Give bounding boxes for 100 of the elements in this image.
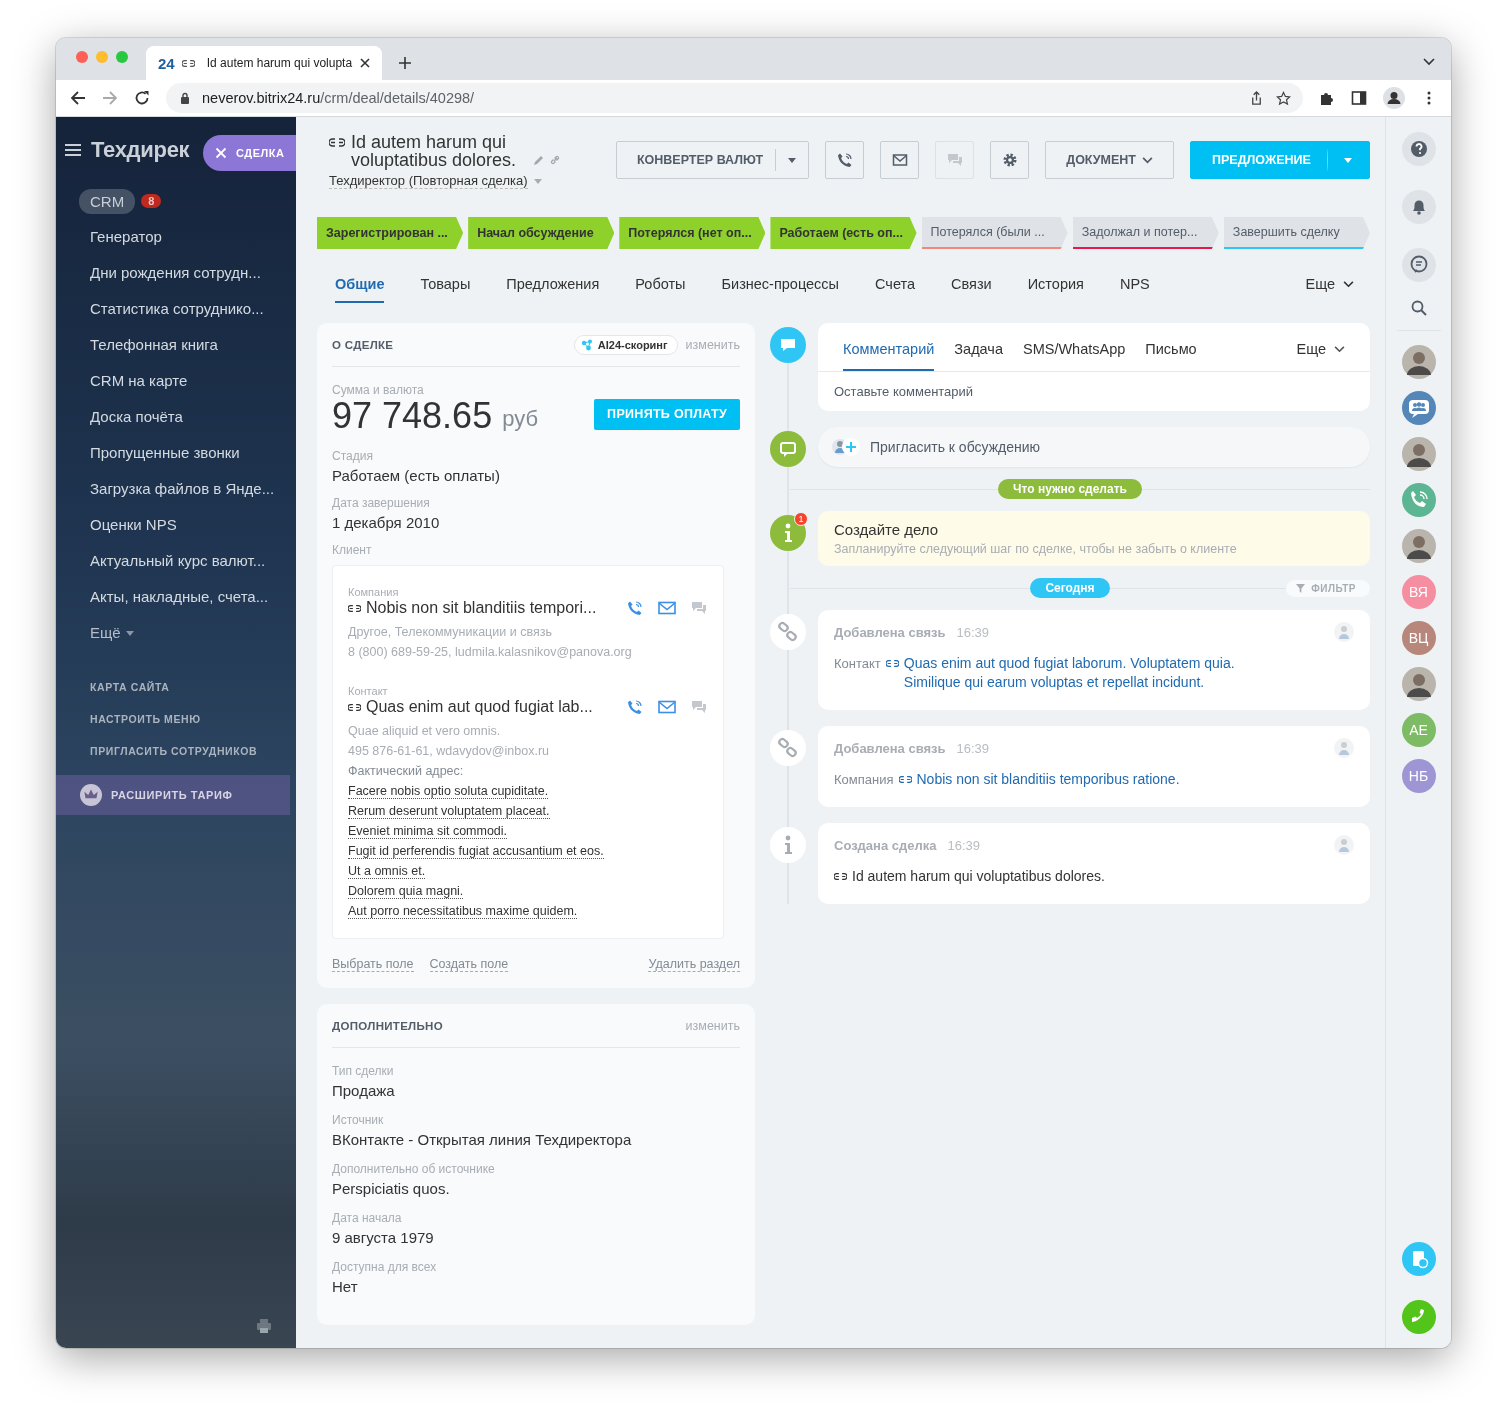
more-menu[interactable]: Еще — [1296, 341, 1345, 371]
counter-badge: 1 — [794, 512, 808, 526]
sidebar-item[interactable]: Пропущенные звонки — [56, 435, 296, 471]
email-icon[interactable] — [658, 699, 676, 715]
stage-step[interactable]: Завершить сделку — [1223, 217, 1370, 249]
sidebar-item[interactable]: Телефонная книга — [56, 327, 296, 363]
user-avatar[interactable] — [1401, 437, 1436, 471]
stage-step[interactable]: Зарегистрирован ... — [317, 217, 464, 249]
group-chat-avatar[interactable] — [1401, 391, 1436, 425]
close-slider-button[interactable]: СДЕЛКА — [203, 135, 296, 171]
counter-badge: 8 — [141, 194, 162, 208]
section-tab[interactable]: Счета — [875, 276, 916, 303]
email-button[interactable] — [880, 141, 920, 179]
sidebar-item[interactable]: Статистика сотруднико... — [56, 291, 296, 327]
address-field[interactable]: neverov.bitrix24.ru/crm/deal/details/40298/ — [166, 83, 1303, 113]
chat-search-icon[interactable] — [1401, 248, 1436, 282]
sidebar-item[interactable]: Акты, накладные, счета... — [56, 579, 296, 615]
puzzle-icon[interactable] — [1319, 90, 1335, 106]
task-prompt-card[interactable]: Создайте дело Запланируйте следующий шаг по сделке, чтобы не забыть о клиенте — [818, 511, 1370, 566]
section-tab[interactable]: Общие — [335, 276, 385, 303]
sidebar-item[interactable]: Генератор — [56, 219, 296, 255]
section-tab[interactable]: Предложения — [506, 276, 600, 303]
entity-link[interactable]: Quas enim aut quod fugiat laborum. Voluptatem quia. Similique qui earum voluptas et repellat incidunt. — [903, 654, 1289, 692]
sidebar-item[interactable]: CRM на карте — [56, 363, 296, 399]
address-link[interactable]: Fugit id perferendis fugiat accusantium et eos. — [348, 844, 604, 859]
sidebar-link[interactable]: КАРТА САЙТА — [56, 671, 296, 703]
sidebar-item[interactable]: Оценки NPS — [56, 507, 296, 543]
section-tab[interactable]: Бизнес-процессы — [721, 276, 840, 303]
client-type-label: Контакт — [348, 685, 389, 697]
more-link[interactable]: Ещё — [90, 615, 121, 651]
phone-icon[interactable] — [626, 600, 644, 616]
sidebar-item[interactable]: Актуальный курс валют... — [56, 543, 296, 579]
field-label: Клиент — [332, 543, 373, 557]
sidebar-toggle-icon[interactable] — [1351, 90, 1367, 106]
chevron-down-icon[interactable] — [1423, 58, 1435, 66]
section-tab[interactable]: Связи — [951, 276, 992, 303]
sidebar-item[interactable]: Загрузка файлов в Янде... — [56, 471, 296, 507]
upgrade-button[interactable]: РАСШИРИТЬ ТАРИФ — [56, 775, 290, 815]
close-icon[interactable] — [359, 57, 372, 69]
invite-field[interactable]: Пригласить к обсуждению — [818, 427, 1370, 467]
search-icon[interactable] — [1410, 300, 1427, 316]
share-icon[interactable] — [1249, 90, 1264, 106]
stage-step[interactable]: Потерялся (были ... — [921, 217, 1068, 249]
call-button[interactable] — [825, 141, 865, 179]
phone-icon — [836, 152, 853, 168]
bell-icon[interactable] — [1401, 190, 1436, 224]
section-tab[interactable]: История — [1027, 276, 1084, 303]
address-link[interactable]: Eveniet minima sit commodi. — [348, 824, 508, 839]
field-value: 9 августа 1979 — [332, 1229, 435, 1246]
stage-step[interactable]: Начал обсуждение — [468, 217, 615, 249]
browser-tab[interactable]: 24 Id autem harum qui volupta — [146, 46, 382, 80]
network-icon — [580, 338, 593, 351]
add-person-icon — [832, 437, 860, 457]
new-tab-icon[interactable] — [398, 56, 412, 70]
settings-button[interactable] — [990, 141, 1030, 179]
client-name[interactable]: Quas enim aut quod fugiat lab... — [348, 698, 593, 716]
client-name[interactable]: Nobis non sit blanditiis tempori... — [348, 599, 597, 617]
field-value: Perspiciatis quos. — [332, 1180, 451, 1197]
profile-icon[interactable] — [1383, 87, 1405, 109]
address-link[interactable]: Facere nobis optio soluta cupiditate. — [348, 784, 549, 799]
composer-tab[interactable]: SMS/WhatsApp — [1023, 341, 1126, 371]
composer-tab[interactable]: Задача — [954, 341, 1003, 371]
user-avatar[interactable] — [1401, 667, 1436, 701]
sidebar-item[interactable]: Доска почёта — [56, 399, 296, 435]
document-button[interactable]: ДОКУМЕНТ — [1045, 141, 1174, 179]
user-avatar[interactable] — [1401, 345, 1436, 379]
scoring-button[interactable]: AI24-скоринг — [573, 334, 678, 355]
converter-button[interactable]: КОНВЕРТЕР ВАЛЮТ — [615, 141, 810, 179]
stage-step[interactable]: Потерялся (нет оп... — [619, 217, 766, 249]
sidebar-link[interactable]: ПРИГЛАСИТЬ СОТРУДНИКОВ — [56, 735, 296, 767]
caret-icon — [125, 630, 134, 636]
address-link[interactable]: Rerum deserunt voluptatem placeat. — [348, 804, 550, 819]
phone-icon[interactable] — [626, 699, 644, 715]
close-icon — [215, 147, 227, 159]
stage-step[interactable]: Задолжал и потер... — [1072, 217, 1219, 249]
sidebar-link[interactable]: НАСТРОИТЬ МЕНЮ — [56, 703, 296, 735]
section-tab[interactable]: Роботы — [635, 276, 686, 303]
composer-tab[interactable]: Письмо — [1145, 341, 1197, 371]
portal-logo[interactable]: Техдирек — [91, 137, 190, 163]
section-tab[interactable]: NPS — [1119, 276, 1150, 303]
comment-field[interactable]: Оставьте комментарий — [818, 372, 1370, 411]
section-tab[interactable]: Товары — [420, 276, 471, 303]
star-icon[interactable] — [1276, 90, 1291, 106]
address-link[interactable]: Aut porro necessitatibus maxime quidem. — [348, 904, 578, 919]
back-icon[interactable] — [70, 90, 86, 106]
reload-icon[interactable] — [134, 90, 150, 106]
address-link[interactable]: Ut a omnis et. — [348, 864, 426, 879]
more-tabs-menu[interactable]: Еще — [1305, 276, 1354, 303]
category-selector[interactable]: Техдиректор (Повторная сделка) — [329, 173, 528, 189]
help-icon[interactable] — [1401, 132, 1436, 166]
email-icon[interactable] — [658, 600, 676, 616]
tab-title: Id autem harum qui volupta — [206, 56, 353, 70]
menu-icon[interactable] — [65, 144, 81, 156]
address-link[interactable]: Dolorem quia magni. — [348, 884, 464, 899]
section-heading: О СДЕЛКЕ — [332, 338, 394, 351]
sidebar-item[interactable]: Дни рождения сотрудн... — [56, 255, 296, 291]
printer-icon[interactable] — [256, 1318, 272, 1334]
stage-step[interactable]: Работаем (есть оп... — [770, 217, 917, 249]
user-avatar[interactable] — [1401, 529, 1436, 563]
entity-link[interactable]: Nobis non sit blanditiis temporibus ratione. — [916, 770, 1180, 789]
